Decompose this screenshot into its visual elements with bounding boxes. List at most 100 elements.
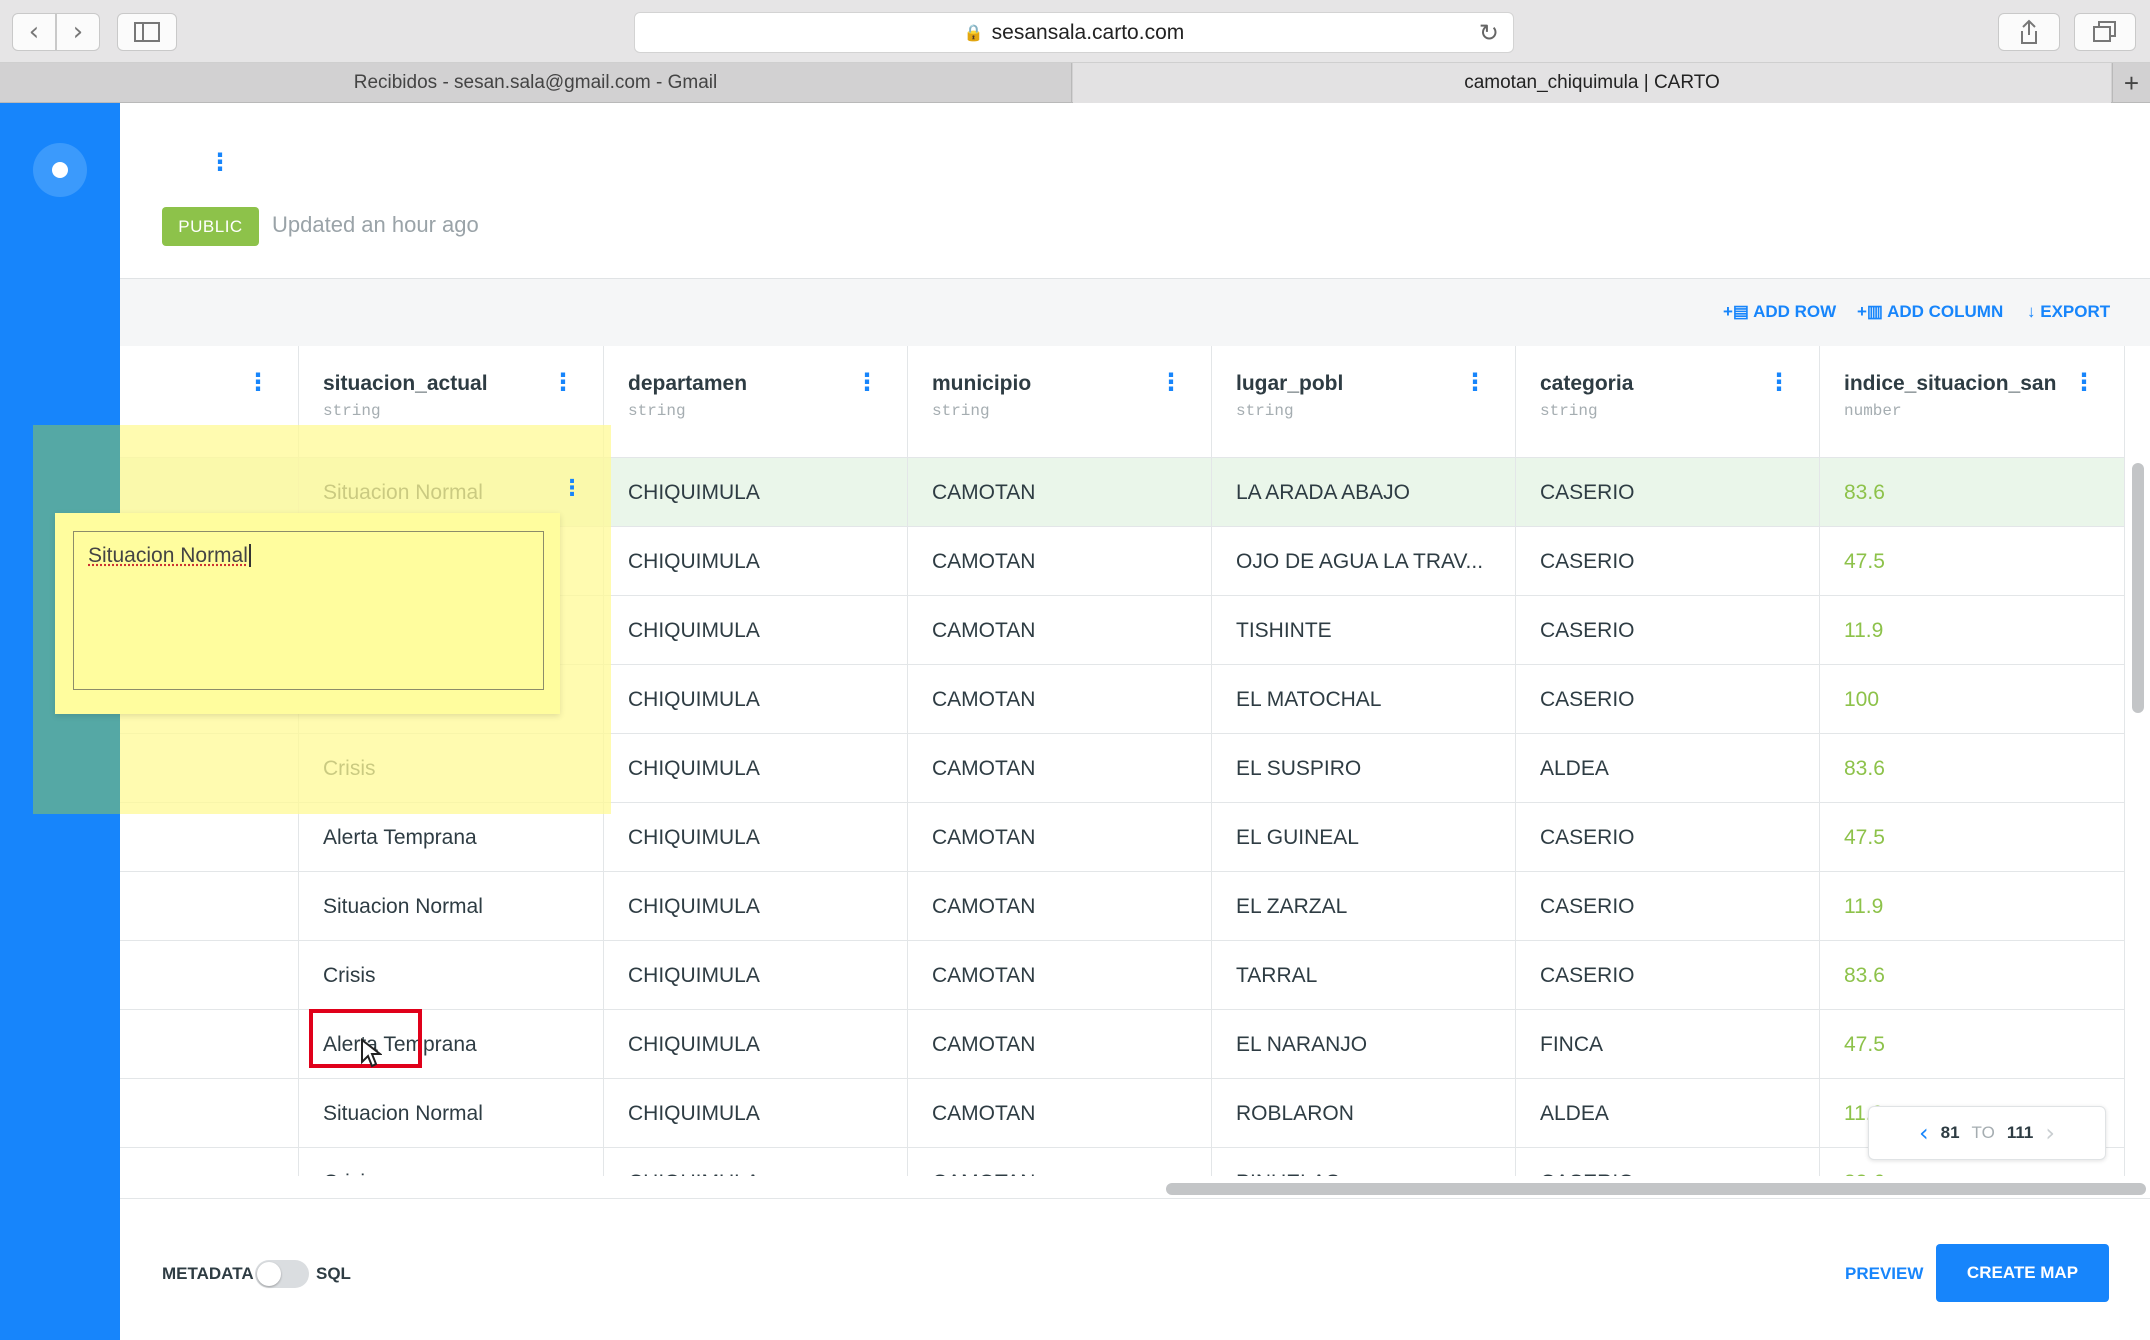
table-cell[interactable]: CHIQUIMULA [604,803,908,872]
new-tab-button[interactable]: + [2112,63,2150,103]
tabs-overview-icon[interactable] [2074,13,2136,51]
create-map-button[interactable]: CREATE MAP [1936,1244,2109,1302]
table-cell[interactable]: 11.9 [1820,872,2125,941]
column-options-icon[interactable]: ⋮ [855,370,879,394]
table-cell[interactable]: 47.5 [1820,1010,2125,1079]
table-cell[interactable]: CASERIO [1516,458,1820,527]
table-cell[interactable]: EL NARANJO [1212,1010,1516,1079]
row-index-cell[interactable] [120,941,299,1010]
table-cell[interactable]: CAMOTAN [908,596,1212,665]
prev-page-icon[interactable]: ‹ [1919,1119,1929,1147]
table-cell[interactable]: EL GUINEAL [1212,803,1516,872]
table-cell[interactable]: CASERIO [1516,872,1820,941]
table-cell[interactable]: 83.6 [1820,941,2125,1010]
table-cell[interactable]: 100 [1820,665,2125,734]
table-cell[interactable]: CHIQUIMULA [604,872,908,941]
table-cell[interactable]: TARRAL [1212,941,1516,1010]
column-header-departamen[interactable]: departamen string ⋮ [604,346,908,458]
table-cell[interactable]: OJO DE AGUA LA TRAV... [1212,527,1516,596]
share-icon[interactable] [1998,13,2060,51]
table-cell[interactable]: FINCA [1516,1010,1820,1079]
table-cell[interactable]: CAMOTAN [908,458,1212,527]
table-cell[interactable]: 47.5 [1820,803,2125,872]
cell-editor-textarea[interactable]: Situacion Normal [73,531,544,690]
table-cell[interactable]: CAMOTAN [908,1079,1212,1148]
table-cell[interactable]: Crisis [299,941,604,1010]
preview-button[interactable]: PREVIEW [1845,1264,1923,1284]
table-cell[interactable]: CAMOTAN [908,1010,1212,1079]
horizontal-scrollbar[interactable] [1166,1183,2146,1195]
row-index-cell[interactable] [120,1079,299,1148]
forward-icon[interactable]: › [56,13,100,51]
column-options-icon[interactable]: ⋮ [551,370,575,394]
next-page-icon[interactable]: › [2045,1119,2055,1147]
column-options-icon[interactable]: ⋮ [2072,370,2096,394]
public-badge[interactable]: PUBLIC [162,207,259,246]
column-header-lugar-pobl[interactable]: lugar_pobl string ⋮ [1212,346,1516,458]
table-cell[interactable]: 83.6 [1820,458,2125,527]
column-options-icon[interactable]: ⋮ [1767,370,1791,394]
url-bar[interactable]: 🔒 sesansala.carto.com ↻ [634,12,1514,53]
table-cell[interactable]: ALDEA [1516,734,1820,803]
back-icon[interactable]: ‹ [12,13,56,51]
table-cell[interactable]: CASERIO [1516,1148,1820,1176]
table-cell[interactable]: CHIQUIMULA [604,1148,908,1176]
table-cell[interactable]: Situacion Normal [299,872,604,941]
page-to-label: TO [1971,1123,1995,1142]
table-cell[interactable]: EL MATOCHAL [1212,665,1516,734]
export-button[interactable]: ↓ EXPORT [2027,302,2110,322]
metadata-sql-toggle[interactable] [255,1260,309,1288]
tab-carto[interactable]: camotan_chiquimula | CARTO [1073,63,2111,103]
table-cell[interactable]: CASERIO [1516,527,1820,596]
column-options-icon[interactable]: ⋮ [1463,370,1487,394]
table-cell[interactable]: CAMOTAN [908,527,1212,596]
table-cell[interactable]: CHIQUIMULA [604,941,908,1010]
table-cell[interactable]: ROBLARON [1212,1079,1516,1148]
column-options-icon[interactable]: ⋮ [246,370,270,394]
table-cell[interactable]: CASERIO [1516,665,1820,734]
column-header-indice-situacion-san[interactable]: indice_situacion_san number ⋮ [1820,346,2125,458]
table-cell[interactable]: LA ARADA ABAJO [1212,458,1516,527]
reload-icon[interactable]: ↻ [1479,19,1499,47]
table-cell[interactable]: CHIQUIMULA [604,458,908,527]
table-cell[interactable]: 83.6 [1820,734,2125,803]
column-options-icon[interactable]: ⋮ [1159,370,1183,394]
table-cell[interactable]: EL SUSPIRO [1212,734,1516,803]
table-cell[interactable]: CAMOTAN [908,734,1212,803]
table-cell[interactable]: 11.9 [1820,596,2125,665]
table-cell[interactable]: EL ZARZAL [1212,872,1516,941]
table-cell[interactable]: CHIQUIMULA [604,1010,908,1079]
table-cell[interactable]: CASERIO [1516,803,1820,872]
table-cell[interactable]: PINUELAS [1212,1148,1516,1176]
table-cell[interactable]: Situacion Normal [299,1079,604,1148]
table-cell[interactable]: CAMOTAN [908,665,1212,734]
sidebar-toggle-icon[interactable] [117,13,177,51]
row-index-cell[interactable] [120,1148,299,1176]
table-cell[interactable]: CASERIO [1516,941,1820,1010]
column-header-categoria[interactable]: categoria string ⋮ [1516,346,1820,458]
table-cell[interactable]: CHIQUIMULA [604,1079,908,1148]
add-column-button[interactable]: +▥ ADD COLUMN [1857,302,2003,322]
cell-options-icon[interactable]: ⋮ [561,478,583,500]
tab-gmail[interactable]: Recibidos - sesan.sala@gmail.com - Gmail [0,63,1072,103]
table-cell[interactable]: CHIQUIMULA [604,734,908,803]
table-cell[interactable]: 47.5 [1820,527,2125,596]
carto-logo[interactable] [33,143,87,197]
table-cell[interactable]: CHIQUIMULA [604,665,908,734]
table-cell[interactable]: Crisis [299,1148,604,1176]
table-cell[interactable]: TISHINTE [1212,596,1516,665]
dataset-options-icon[interactable]: ⋮ [208,150,232,174]
add-row-button[interactable]: +▤ ADD ROW [1723,302,1836,322]
row-index-cell[interactable] [120,1010,299,1079]
table-cell[interactable]: CHIQUIMULA [604,596,908,665]
column-header-municipio[interactable]: municipio string ⋮ [908,346,1212,458]
table-cell[interactable]: CHIQUIMULA [604,527,908,596]
table-cell[interactable]: CAMOTAN [908,941,1212,1010]
table-cell[interactable]: CASERIO [1516,596,1820,665]
table-cell[interactable]: CAMOTAN [908,872,1212,941]
vertical-scrollbar[interactable] [2132,463,2144,713]
row-index-cell[interactable] [120,872,299,941]
table-cell[interactable]: CAMOTAN [908,1148,1212,1176]
table-cell[interactable]: ALDEA [1516,1079,1820,1148]
table-cell[interactable]: CAMOTAN [908,803,1212,872]
